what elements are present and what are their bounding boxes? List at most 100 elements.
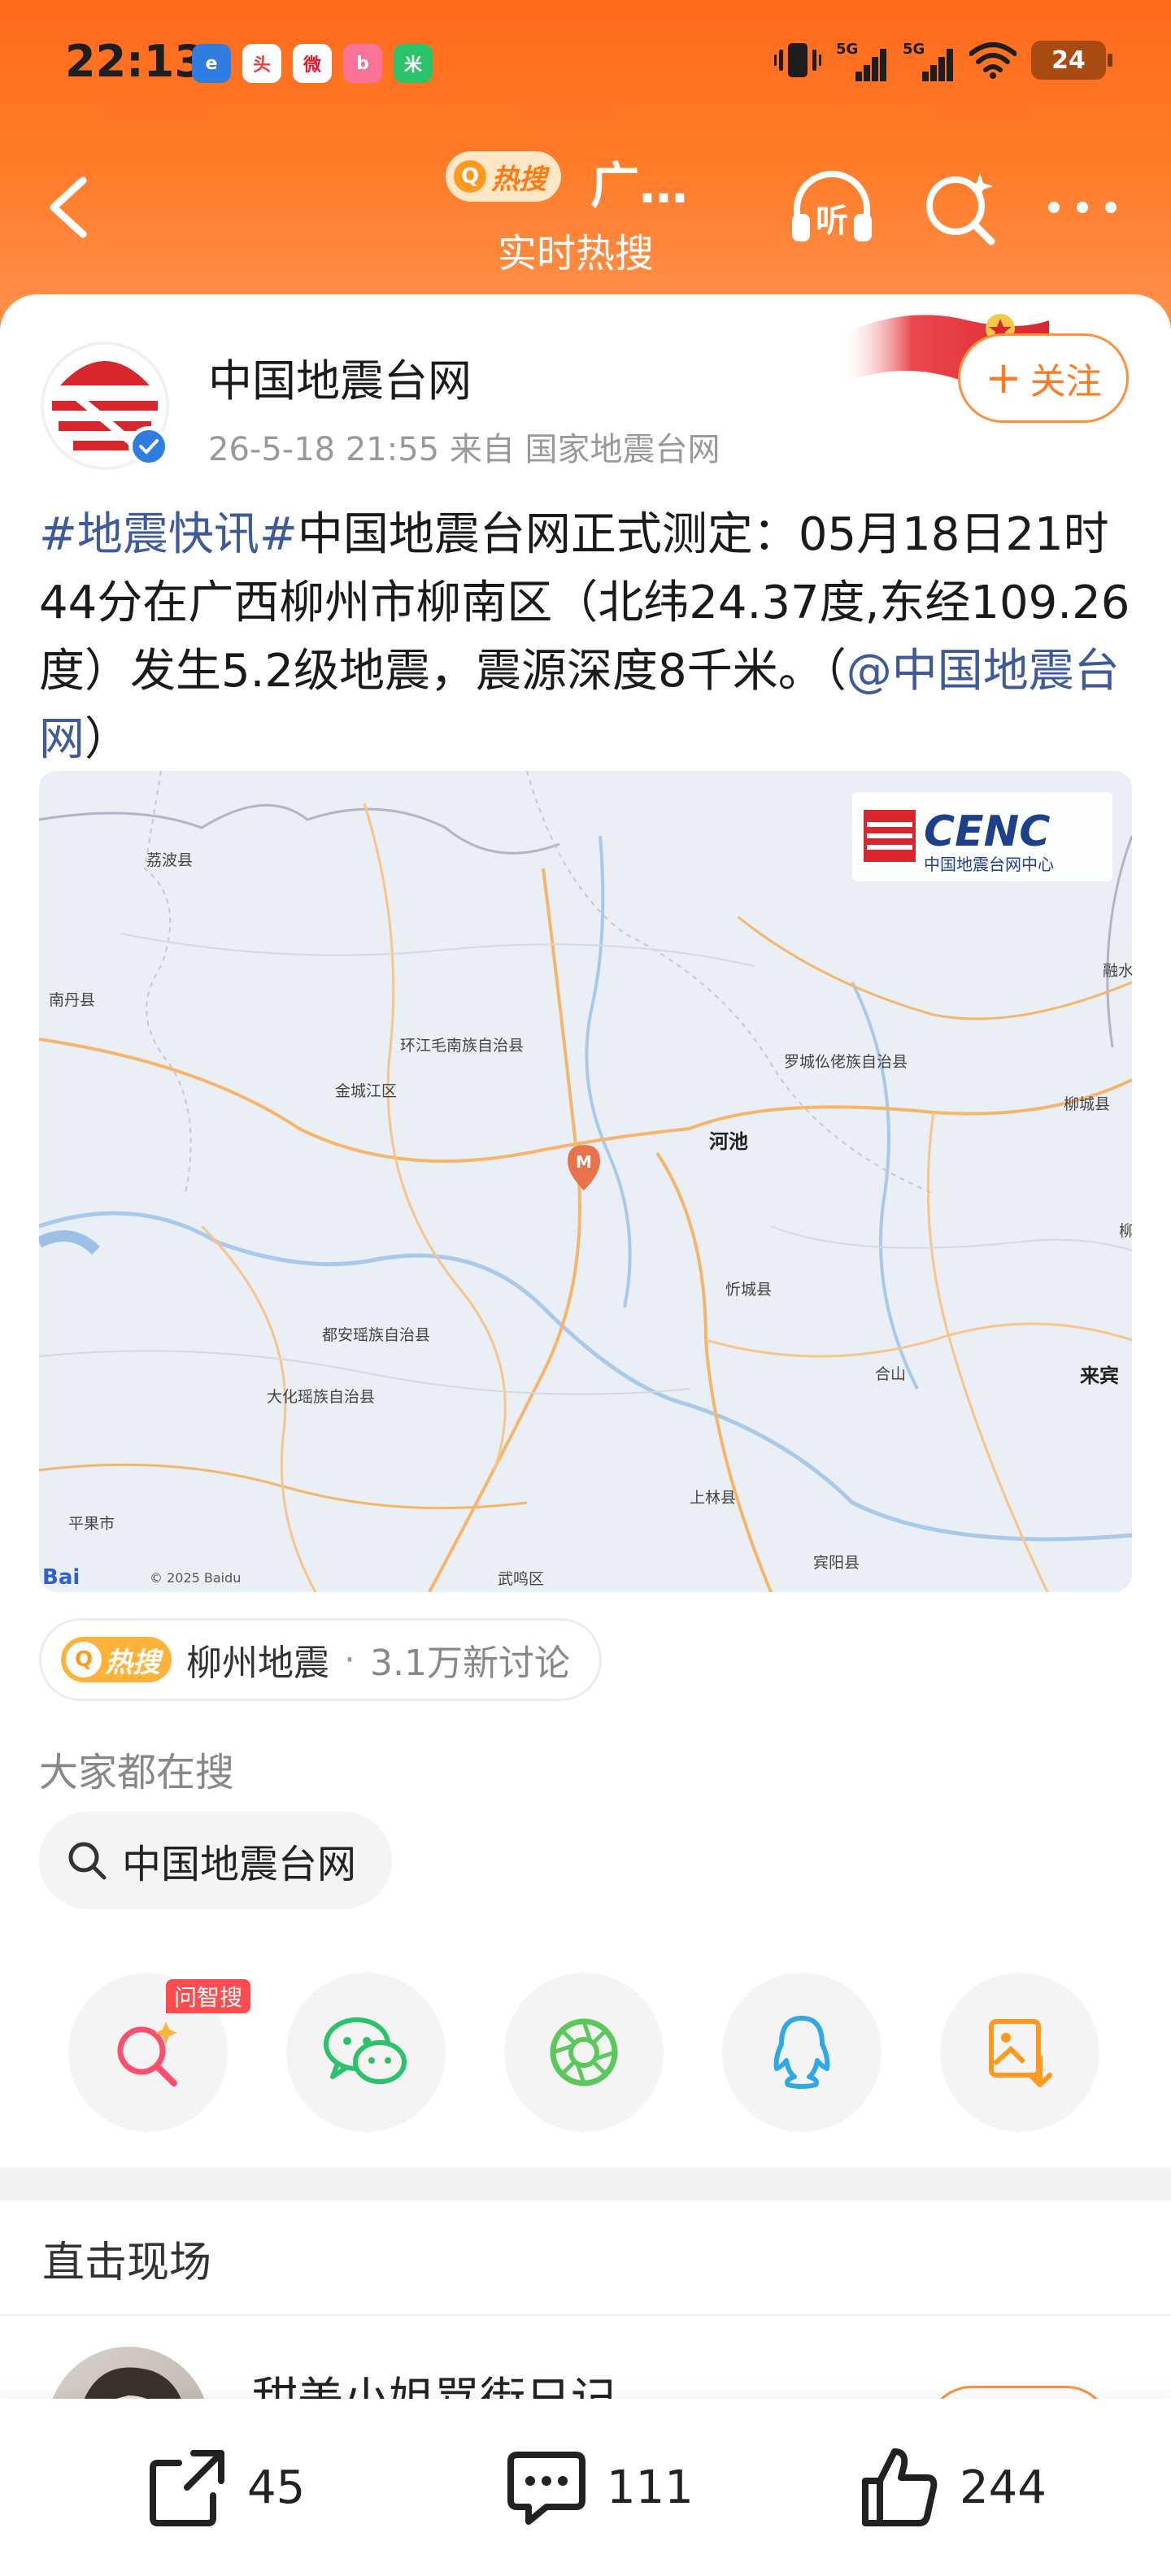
hot-topic-separator: · [344,1638,355,1681]
earthquake-map-image[interactable]: 荔波县融安县兴安县融水苗族自治县雁山区永福县南丹县环江毛南族自治县阳朔县罗城仫佬… [39,771,1132,1592]
svg-text:5G: 5G [836,41,858,58]
status-time: 22:13 [65,36,205,87]
comment-button[interactable]: 111 [504,2443,694,2532]
signal-5g-icon: 5G [836,41,886,81]
map-place-label: 金城江区 [335,1082,397,1100]
hot-topic-name: 柳州地震 [186,1643,329,1684]
post-meta: 26-5-18 21:55 来自 国家地震台网 [208,431,720,468]
listen-button[interactable]: 听 [787,163,877,252]
mention-close: ） [85,713,130,766]
plus-icon: + [985,352,1022,403]
status-indicators: 5G 5G 24 [774,39,1112,81]
comment-icon [507,2452,586,2525]
cenc-watermark: CENC 中国地震台网中心 [852,792,1112,881]
map-place-label: 荔波县 [146,851,193,869]
divider [0,2314,1171,2316]
save-image-button[interactable] [940,1973,1099,2132]
thumbs-up-icon [862,2448,938,2526]
hot-search-badge: Q 热搜 [61,1637,172,1682]
map-place-label: 河池 [709,1130,748,1153]
battery-indicator: 24 [1031,41,1112,80]
ai-search-icon [117,2021,177,2086]
follow-label: 关注 [1030,361,1102,402]
map-place-label: 都安瑶族自治县 [322,1326,430,1344]
map-place-label: 环江毛南族自治县 [400,1037,524,1055]
hot-topic-pill[interactable]: Q 热搜 柳州地震 · 3.1万新讨论 [39,1618,602,1701]
map-place-label: 柳江区 [1119,1222,1132,1240]
like-button[interactable]: 244 [857,2443,1047,2532]
wechat-share-button[interactable] [286,1973,446,2132]
cenc-logo-text: CENC [924,807,1050,856]
search-icon [68,1842,107,1880]
back-button[interactable] [41,171,98,244]
mijia-icon: 米 [394,44,433,83]
hot-topic-count: 3.1万新讨论 [370,1643,570,1684]
repost-icon [150,2450,224,2526]
more-button[interactable] [1038,163,1127,252]
repost-button[interactable]: 45 [145,2443,305,2532]
related-search-label: 中国地震台网 [122,1842,357,1887]
ai-search-badge: 问智搜 [166,1979,251,2013]
bilibili-icon: b [343,44,382,83]
map-place-label: 忻城县 [725,1281,772,1299]
map-place-label: 罗城仫佬族自治县 [784,1053,908,1071]
author-name[interactable]: 中国地震台网 [208,345,472,409]
save-image-icon [989,2019,1052,2087]
section-divider [0,2168,1171,2200]
headphones-icon: 听 [792,171,872,242]
map-place-label: 宾阳县 [813,1554,860,1572]
status-bar: 22:13 e 头 微 b 米 5G 5G 24 [0,0,1171,122]
hot-search-icon: Q [454,160,486,193]
more-dots-icon [1048,202,1117,213]
listen-label: 听 [816,202,848,240]
wechat-icon [324,2017,407,2084]
mention-open: （ [823,645,847,698]
page-title: 广… [590,158,688,215]
bottom-action-bar: 45 111 244 [0,2399,1171,2576]
verified-badge-icon [128,426,169,467]
page-subtitle: 实时热搜 [498,231,655,276]
baidu-logo: Bai [42,1565,80,1590]
map-copyright: © 2025 Baidu [150,1570,241,1586]
qq-icon [773,2016,830,2089]
signal-5g-icon: 5G [903,41,953,81]
qq-share-button[interactable] [722,1973,882,2132]
map-place-label: 合山 [875,1365,906,1383]
topic-link[interactable]: #地震快讯# [39,508,298,561]
map-place-label: 柳城县 [1064,1095,1110,1113]
hot-search-label: 热搜 [491,163,546,196]
vibrate-icon [774,43,821,77]
moments-icon [550,2018,618,2086]
related-search-chip[interactable]: 中国地震台网 [39,1812,393,1909]
toutiao-icon: 头 [242,44,281,83]
map-place-label: 大化瑶族自治县 [267,1388,375,1406]
repost-count: 45 [247,2461,306,2514]
search-button[interactable] [916,163,1005,252]
chevron-left-icon [50,176,87,238]
hot-badge-label: 热搜 [105,1646,160,1679]
wifi-icon [969,42,1016,79]
map-place-label: 融水苗族自治县 [1103,962,1132,980]
marker-label: M [576,1152,592,1172]
ai-search-icon [926,173,995,246]
qq-browser-icon: e [192,44,231,83]
map-place-label: 平果市 [68,1515,115,1533]
like-count: 244 [960,2461,1047,2514]
comment-count: 111 [607,2461,694,2514]
weibo-icon: 微 [293,44,332,83]
related-search-heading: 大家都在搜 [39,1750,235,1795]
follow-button[interactable]: + 关注 [958,333,1129,423]
live-section-title: 直击现场 [42,2239,212,2287]
cenc-logo-sub: 中国地震台网中心 [924,855,1054,874]
map-place-label: 上林县 [690,1489,736,1507]
post-body: #地震快讯#中国地震台网正式测定：05月18日21时44分在广西柳州市柳南区（北… [39,501,1145,774]
status-app-icons: e 头 微 b 米 [192,44,433,83]
map-place-label: 南丹县 [49,991,95,1009]
svg-text:5G: 5G [903,41,925,58]
moments-share-button[interactable] [504,1973,664,2132]
hot-search-tag[interactable]: Q 热搜 [446,151,561,202]
map-place-label: 来宾 [1080,1364,1119,1387]
map-canvas: 荔波县融安县兴安县融水苗族自治县雁山区永福县南丹县环江毛南族自治县阳朔县罗城仫佬… [39,771,1132,1592]
hot-search-icon: Q [66,1642,102,1677]
map-place-label: 武鸣区 [498,1570,544,1588]
